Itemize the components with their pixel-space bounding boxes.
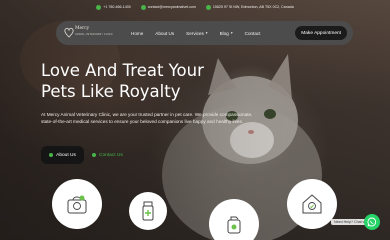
bullet-icon: [49, 153, 54, 157]
make-appointment-button[interactable]: Make Appointment: [295, 26, 347, 40]
chevron-down-icon: ▾: [205, 31, 208, 35]
hero-title: Love And Treat Your Pets Like Royalty: [41, 60, 241, 102]
contact-us-label: Contact Us: [99, 152, 123, 158]
topbar-phone[interactable]: +1 780-466-1400: [96, 4, 131, 10]
nav-blog[interactable]: Blog ▾: [220, 31, 233, 36]
nav-menu: Home About Us Services ▾ Blog ▾ Contact: [131, 31, 260, 36]
nav-services-label: Services: [186, 30, 204, 36]
nav-home[interactable]: Home: [131, 31, 143, 36]
hero-title-line2: Pets Like Royalty: [41, 82, 181, 101]
cat-carrier-icon: [67, 195, 87, 214]
topbar-address: 15825 97 St NW, Edmonton, AB T5X 0C2, Ca…: [205, 4, 294, 10]
contact-us-button[interactable]: Contact Us: [92, 146, 132, 164]
phone-text: +1 780-466-1400: [103, 5, 131, 9]
main-navbar: Mercy ANIMAL VETERINARY CLINIC Home Abou…: [56, 21, 353, 45]
service-card-boarding[interactable]: [287, 179, 337, 229]
nav-home-label: Home: [131, 30, 144, 36]
location-icon: [205, 4, 211, 10]
logo-name: Mercy: [75, 26, 90, 31]
hero-title-line1: Love And Treat Your: [41, 61, 204, 80]
bullet-icon: [92, 153, 96, 157]
paw-heart-icon: [64, 27, 74, 38]
pet-house-icon: [302, 194, 322, 214]
nav-contact-label: Contact: [244, 30, 261, 36]
logo-tagline: ANIMAL VETERINARY CLINIC: [75, 33, 113, 36]
pet-shampoo-icon: [227, 216, 241, 234]
nav-about[interactable]: About Us: [155, 31, 174, 36]
about-us-label: About Us: [56, 152, 76, 158]
site-logo[interactable]: Mercy ANIMAL VETERINARY CLINIC: [64, 25, 113, 41]
service-card-medicine[interactable]: [129, 192, 167, 230]
nav-about-label: About Us: [155, 30, 175, 36]
medicine-bottle-icon: [142, 201, 154, 221]
whatsapp-icon: [367, 217, 377, 227]
about-us-button[interactable]: About Us: [41, 146, 84, 164]
topbar-email[interactable]: contact@mercyanimalvet.com: [140, 4, 196, 10]
email-text: contact@mercyanimalvet.com: [147, 5, 196, 9]
hero-description: At Mercy Animal Veterinary Clinic, we ar…: [41, 112, 253, 124]
whatsapp-chat-button[interactable]: [364, 214, 380, 230]
nav-contact[interactable]: Contact: [245, 31, 261, 36]
phone-icon: [96, 4, 102, 10]
nav-blog-label: Blog: [219, 30, 229, 36]
top-info-bar: +1 780-466-1400 contact@mercyanimalvet.c…: [0, 0, 390, 14]
nav-services[interactable]: Services ▾: [186, 31, 207, 36]
address-text: 15825 97 St NW, Edmonton, AB T5X 0C2, Ca…: [212, 5, 294, 9]
service-card-pet-carrier[interactable]: [52, 179, 102, 229]
email-icon: [140, 4, 146, 10]
chevron-down-icon: ▾: [230, 31, 233, 35]
